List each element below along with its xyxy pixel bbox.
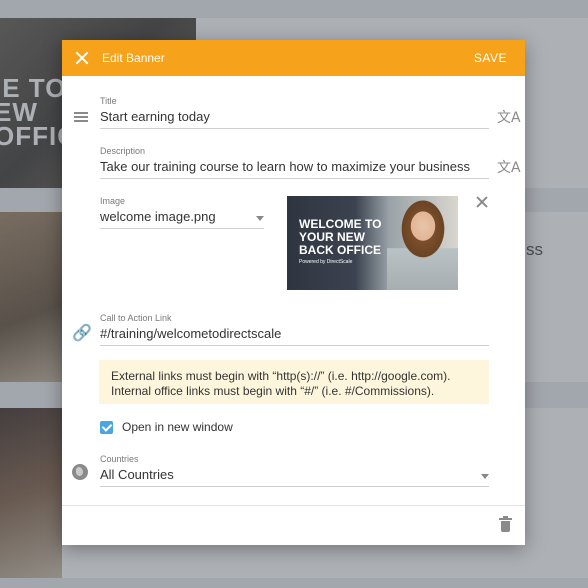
- cta-link-field[interactable]: Call to Action Link #/training/welcometo…: [100, 313, 489, 346]
- open-new-window-checkbox[interactable]: [100, 420, 113, 434]
- footer-divider: [62, 505, 525, 506]
- open-new-window-option[interactable]: Open in new window: [100, 420, 233, 434]
- banner-preview-text: WELCOME TO YOUR NEW BACK OFFICE Powered …: [299, 217, 382, 266]
- countries-select-value[interactable]: All Countries: [100, 464, 489, 487]
- description-field[interactable]: Description Take our training course to …: [100, 146, 489, 179]
- description-input[interactable]: Take our training course to learn how to…: [100, 156, 489, 179]
- open-new-window-label: Open in new window: [122, 420, 233, 434]
- notice-external: External links must begin with “http(s):…: [111, 369, 451, 383]
- banner-preview-image: WELCOME TO YOUR NEW BACK OFFICE Powered …: [287, 196, 458, 290]
- countries-label: Countries: [100, 454, 139, 464]
- image-select-value[interactable]: welcome image.png: [100, 206, 264, 229]
- close-icon[interactable]: [74, 50, 90, 66]
- countries-value: All Countries: [100, 467, 174, 482]
- cta-link-input[interactable]: #/training/welcometodirectscale: [100, 323, 489, 346]
- link-format-notice: External links must begin with “http(s):…: [99, 360, 489, 404]
- drag-handle-icon[interactable]: [74, 112, 88, 122]
- dialog-header: Edit Banner SAVE: [62, 40, 525, 76]
- remove-image-icon[interactable]: [476, 196, 488, 208]
- translate-icon[interactable]: 文A: [497, 157, 521, 177]
- image-label: Image: [100, 196, 126, 206]
- title-input[interactable]: Start earning today: [100, 106, 489, 129]
- chevron-down-icon: [481, 474, 489, 479]
- link-icon: 🔗: [72, 323, 92, 342]
- image-filename: welcome image.png: [100, 209, 216, 224]
- countries-select[interactable]: Countries All Countries: [100, 454, 489, 487]
- banner-preview-person: [387, 196, 458, 290]
- trash-icon[interactable]: [499, 516, 512, 532]
- translate-icon[interactable]: 文A: [497, 107, 521, 127]
- cta-link-label: Call to Action Link: [100, 313, 172, 323]
- save-button[interactable]: SAVE: [474, 51, 507, 65]
- globe-icon: [72, 464, 88, 480]
- description-label: Description: [100, 146, 146, 156]
- title-field[interactable]: Title Start earning today: [100, 96, 489, 129]
- image-select[interactable]: Image welcome image.png: [100, 196, 264, 229]
- edit-banner-dialog: Edit Banner SAVE Title Start earning tod…: [62, 40, 525, 545]
- notice-internal: Internal office links must begin with “#…: [111, 384, 435, 398]
- chevron-down-icon: [256, 216, 264, 221]
- dialog-title: Edit Banner: [102, 51, 165, 65]
- title-label: Title: [100, 96, 117, 106]
